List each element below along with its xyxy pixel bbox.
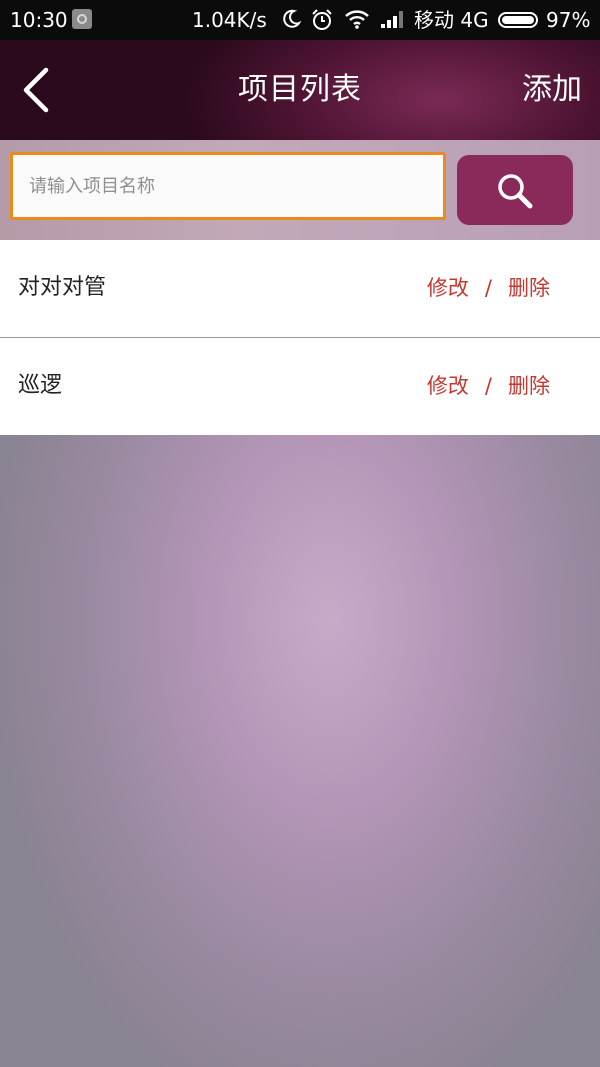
status-battery-percent: 97%	[546, 8, 591, 32]
project-name: 巡逻	[18, 373, 63, 398]
search-icon	[495, 171, 535, 211]
list-item: 对对对管 修改 / 删除	[0, 240, 600, 337]
action-separator: /	[484, 374, 492, 398]
status-time: 10:30	[10, 8, 68, 32]
delete-button[interactable]: 删除	[508, 374, 550, 398]
search-bar	[0, 140, 600, 240]
project-name: 对对对管	[18, 275, 107, 300]
status-net-speed: 1.04K/s	[192, 8, 267, 32]
project-list: 对对对管 修改 / 删除 巡逻 修改 / 删除	[0, 240, 600, 435]
add-project-button[interactable]: 添加	[522, 70, 582, 110]
wifi-icon	[344, 8, 370, 35]
page-title: 项目列表	[238, 72, 362, 107]
battery-icon	[498, 12, 538, 28]
edit-button[interactable]: 修改	[427, 276, 469, 300]
signal-icon	[380, 8, 406, 35]
status-bar: 10:30 1.04K/s 移动 4G 97%	[0, 0, 600, 40]
search-button[interactable]	[457, 155, 573, 225]
edit-button[interactable]: 修改	[427, 374, 469, 398]
notification-icon	[72, 9, 92, 29]
item-actions: 修改 / 删除	[427, 270, 550, 306]
delete-button[interactable]: 删除	[508, 276, 550, 300]
search-input[interactable]	[10, 152, 446, 220]
list-item: 巡逻 修改 / 删除	[0, 337, 600, 435]
top-bar: 项目列表 添加	[0, 40, 600, 140]
status-carrier: 移动 4G	[414, 8, 489, 32]
action-separator: /	[484, 276, 492, 300]
alarm-icon	[310, 8, 334, 37]
moon-icon	[280, 8, 302, 35]
item-actions: 修改 / 删除	[427, 368, 550, 404]
